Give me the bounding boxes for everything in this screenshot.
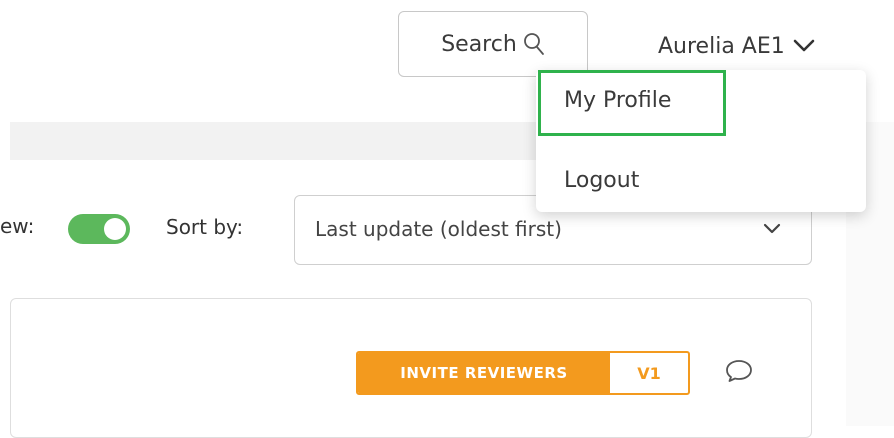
my-profile-label: My Profile: [564, 88, 672, 113]
sort-by-label: Sort by:: [166, 215, 244, 239]
toggle-knob: [104, 218, 126, 240]
view-toggle-label: ew:: [0, 214, 35, 238]
sort-select-value: Last update (oldest first): [315, 217, 562, 241]
user-dropdown-menu: My Profile Logout: [536, 70, 866, 212]
view-toggle[interactable]: [68, 214, 130, 244]
chevron-down-icon: [763, 223, 781, 234]
version-badge: V1: [637, 363, 661, 383]
search-icon: [523, 33, 544, 55]
user-name: Aurelia AE1: [658, 33, 785, 59]
my-profile-menu-item[interactable]: My Profile: [536, 70, 866, 136]
user-menu-toggle[interactable]: Aurelia AE1: [658, 26, 815, 66]
comment-icon[interactable]: [724, 358, 754, 384]
invite-reviewers-button[interactable]: INVITE REVIEWERS V1: [356, 351, 690, 395]
invite-reviewers-label: INVITE REVIEWERS: [358, 353, 610, 393]
logout-label: Logout: [564, 168, 640, 193]
logout-menu-item[interactable]: Logout: [536, 150, 866, 210]
chevron-down-icon: [793, 39, 815, 52]
search-label: Search: [441, 31, 517, 57]
search-button[interactable]: Search: [398, 11, 588, 77]
